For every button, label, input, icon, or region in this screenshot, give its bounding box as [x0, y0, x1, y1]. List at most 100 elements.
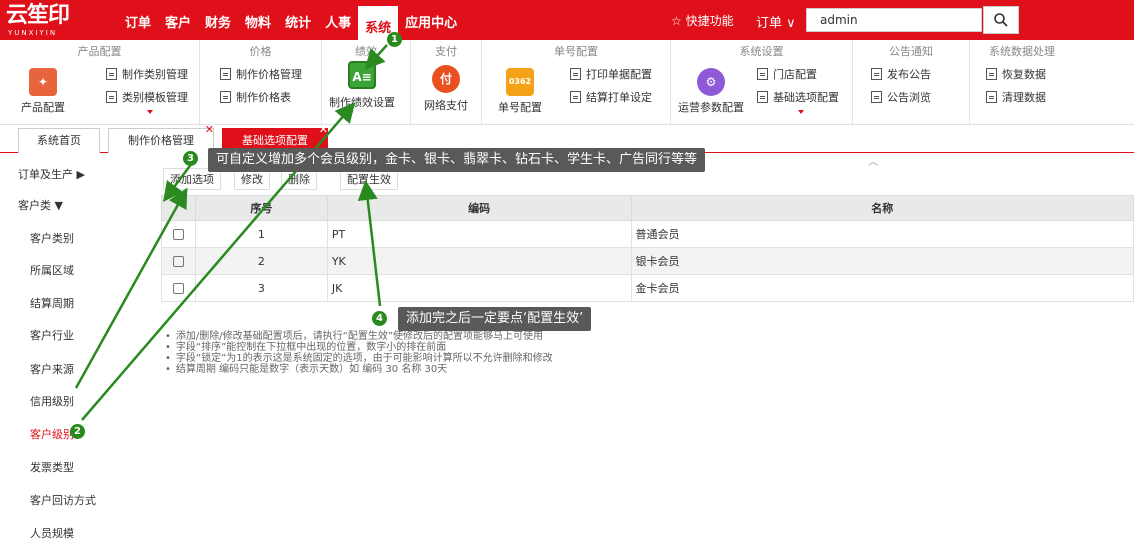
cell-code: JK [326, 274, 632, 302]
table-row[interactable]: 3 JK 金卡会员 [161, 274, 1134, 302]
net-pay-label: 网络支付 [424, 99, 468, 112]
ribbon-group-notice: 公告通知 发布公告 公告浏览 [853, 40, 970, 125]
row-checkbox[interactable] [172, 283, 184, 294]
row-checkbox[interactable] [172, 256, 184, 267]
tab-home[interactable]: 系统首页 [18, 128, 100, 153]
document-icon [871, 91, 882, 103]
dropdown-caret-icon[interactable] [798, 110, 804, 114]
gear-icon: ⚙ [697, 68, 725, 96]
row-checkbox-cell [161, 247, 196, 275]
settle-print-button[interactable]: 结算打单设定 [570, 91, 652, 105]
annotation-tooltip: 可自定义增加多个会员级别，金卡、银卡、翡翠卡、钻石卡、学生卡、广告同行等等 [208, 148, 706, 172]
ribbon-group-pay: 支付 付 网络支付 [411, 40, 482, 125]
nav-item-materials[interactable]: 物料 [238, 0, 278, 40]
ops-params-button[interactable]: ⚙ 运营参数配置 [677, 68, 745, 115]
perf-set-button[interactable]: A≡ 制作绩效设置 [326, 61, 398, 110]
row-checkbox-cell [161, 220, 196, 248]
group-title: 系统数据处理 [989, 45, 1055, 58]
num-config-button[interactable]: 0362 单号配置 [496, 68, 544, 115]
ribbon-group-number: 单号配置 0362 单号配置 打印单据配置 结算打单设定 [482, 40, 671, 125]
tab-label: 系统首页 [37, 134, 81, 147]
logo-text: 云笙印 [6, 3, 70, 28]
order-type-select[interactable]: 订单 ∨ [756, 12, 796, 31]
annotation-badge: 4 [372, 311, 387, 326]
base-config-label: 基础选项配置 [773, 91, 839, 104]
order-type-label: 订单 [756, 16, 783, 31]
note-item: 结算周期 编码只能是数字（表示天数）如 编码 30 名称 30天 [165, 364, 685, 375]
sidebar-item-region[interactable]: 所属区域 [30, 262, 74, 278]
group-title: 产品配置 [77, 45, 122, 58]
table-row[interactable]: 1 PT 普通会员 [161, 220, 1134, 248]
publish-notice-button[interactable]: 发布公告 [871, 68, 931, 82]
close-icon[interactable]: ✕ [205, 124, 214, 135]
document-icon [570, 68, 581, 80]
search-button[interactable] [983, 6, 1019, 34]
shortcut-button[interactable]: ☆ 快捷功能 [671, 12, 734, 29]
sidebar-item-source[interactable]: 客户来源 [30, 361, 74, 377]
tpl-mgmt-label: 类别模板管理 [122, 91, 188, 104]
browse-notice-label: 公告浏览 [887, 91, 931, 104]
logo: 云笙印 YUNXIYIN [6, 3, 86, 37]
sidebar-item-industry[interactable]: 客户行业 [30, 327, 74, 343]
row-checkbox-cell [161, 274, 196, 302]
ribbon-group-price: 价格 制作价格管理 制作价格表 [200, 40, 322, 125]
browse-notice-button[interactable]: 公告浏览 [871, 91, 931, 105]
document-icon [757, 68, 768, 80]
document-icon [106, 68, 117, 80]
group-title: 系统设置 [739, 45, 784, 58]
tpl-mgmt-button[interactable]: 类别模板管理 [106, 91, 188, 105]
nav-item-finance[interactable]: 财务 [198, 0, 238, 40]
tab-price-mgmt[interactable]: 制作价格管理 ✕ [108, 124, 214, 153]
sidebar-category-orders[interactable]: 订单及生产 ▶ [18, 166, 85, 182]
restore-data-button[interactable]: 恢复数据 [986, 68, 1046, 82]
product-config-button[interactable]: ✦ 产品配置 [18, 68, 68, 115]
close-icon[interactable]: ✕ [319, 124, 328, 135]
search-icon [994, 13, 1008, 27]
nav-item-stats[interactable]: 统计 [278, 0, 318, 40]
store-config-button[interactable]: 门店配置 [757, 68, 817, 82]
main-nav: 订单 客户 财务 物料 统计 人事 系统 应用中心 [118, 0, 464, 40]
sidebar-item-invoice-type[interactable]: 发票类型 [30, 459, 74, 475]
row-checkbox[interactable] [172, 229, 184, 240]
document-icon [106, 91, 117, 103]
print-config-button[interactable]: 打印单据配置 [570, 68, 652, 82]
sidebar-item-credit-level[interactable]: 信用级别 [30, 393, 74, 409]
sidebar-item-visit-method[interactable]: 客户回访方式 [30, 492, 96, 508]
annotation-badge: 2 [70, 424, 85, 439]
sidebar-category-customers[interactable]: 客户类 ▼ [18, 197, 63, 213]
select-all-header[interactable] [161, 195, 196, 221]
base-config-button[interactable]: 基础选项配置 [757, 91, 839, 105]
group-title: 价格 [249, 45, 272, 58]
sidebar-item-staff-size[interactable]: 人员规模 [30, 525, 74, 541]
nav-item-hr[interactable]: 人事 [318, 0, 358, 40]
ribbon-group-system: 系统设置 ⚙ 运营参数配置 门店配置 基础选项配置 [671, 40, 853, 125]
collapse-ribbon-icon[interactable]: ︿ [868, 153, 878, 168]
ribbon-group-perf: 绩效 A≡ 制作绩效设置 [322, 40, 411, 125]
nav-item-customers[interactable]: 客户 [158, 0, 198, 40]
nav-item-orders[interactable]: 订单 [118, 0, 158, 40]
payment-icon: 付 [432, 65, 460, 93]
net-pay-button[interactable]: 付 网络支付 [417, 65, 475, 113]
column-header-seq[interactable]: 序号 [194, 195, 328, 221]
price-table-button[interactable]: 制作价格表 [220, 91, 291, 105]
sidebar-item-settle-cycle[interactable]: 结算周期 [30, 295, 74, 311]
price-mgmt-button[interactable]: 制作价格管理 [220, 68, 302, 82]
sidebar-item-customer-level[interactable]: 客户级别 [30, 426, 74, 442]
annotation-tooltip: 添加完之后一定要点‘配置生效’ [398, 307, 592, 331]
price-mgmt-label: 制作价格管理 [236, 68, 302, 81]
settle-print-label: 结算打单设定 [586, 91, 652, 104]
sidebar-item-customer-type[interactable]: 客户类别 [30, 230, 74, 246]
price-table-label: 制作价格表 [236, 91, 291, 104]
document-icon [220, 68, 231, 80]
table-row[interactable]: 2 YK 银卡会员 [161, 247, 1134, 275]
clear-data-button[interactable]: 清理数据 [986, 91, 1046, 105]
column-header-code[interactable]: 编码 [326, 195, 632, 221]
nav-item-app-center[interactable]: 应用中心 [398, 0, 464, 40]
dropdown-caret-icon[interactable] [147, 110, 153, 114]
sidebar: 订单及生产 ▶ 客户类 ▼ 客户类别 所属区域 结算周期 客户行业 客户来源 信… [0, 154, 150, 559]
document-icon [986, 68, 997, 80]
options-table: 序号 编码 名称 1 PT 普通会员 2 YK 银卡会员 3 JK 金卡会员 [161, 195, 1134, 302]
search-input[interactable]: admin [806, 8, 982, 32]
cat-mgmt-button[interactable]: 制作类别管理 [106, 68, 188, 82]
column-header-name[interactable]: 名称 [630, 195, 1134, 221]
